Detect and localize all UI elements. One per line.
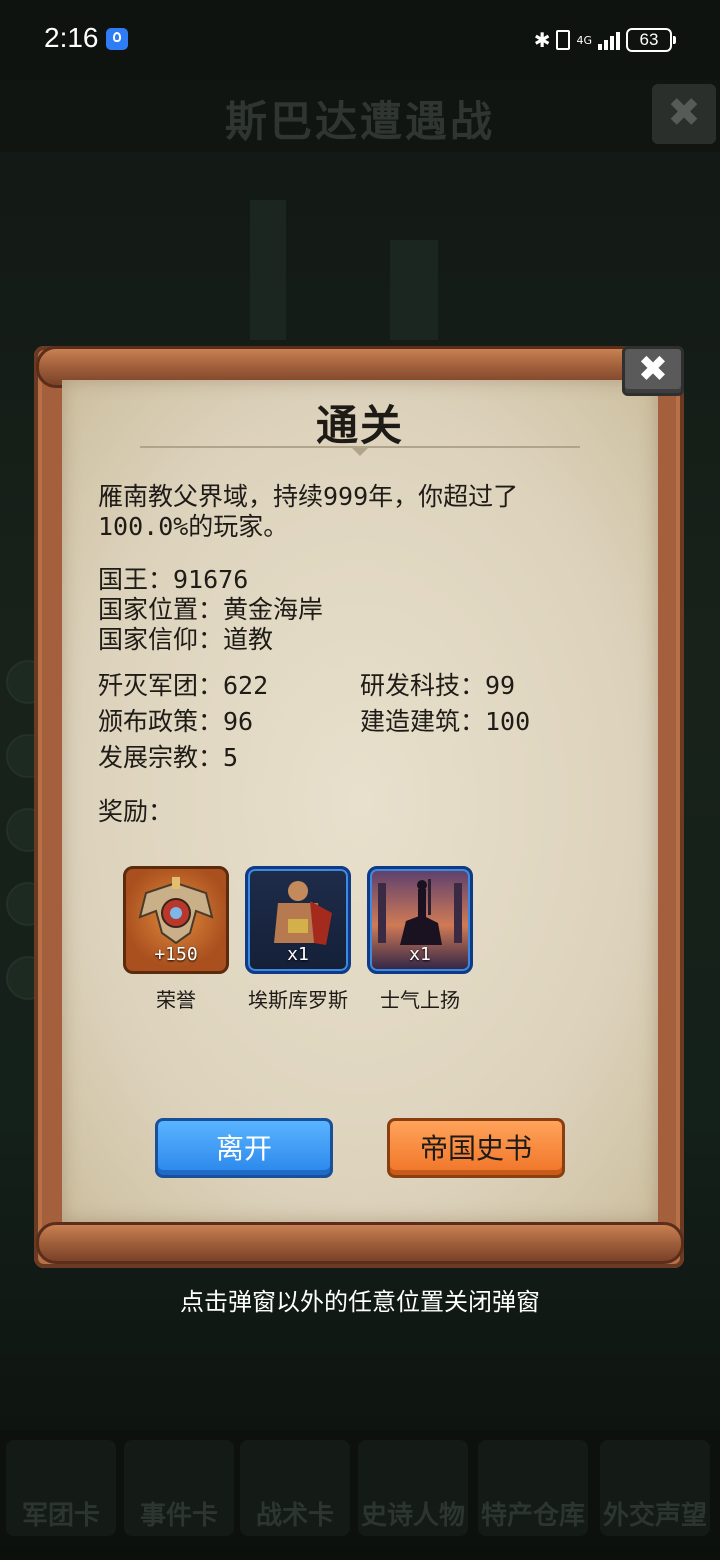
status-icons: ✱ 4G 63 — [533, 24, 676, 56]
empire-history-button[interactable]: 帝国史书 — [387, 1118, 565, 1178]
bluetooth-icon: ✱ — [533, 28, 551, 52]
clock: 2:16 — [44, 22, 99, 53]
dialog-title: 通关 — [315, 401, 404, 450]
reward-count: x1 — [287, 944, 309, 965]
reward-name-hero: 埃斯库罗斯 — [248, 988, 348, 1012]
leave-button[interactable]: 离开 — [155, 1118, 333, 1178]
stat-policies: 颁布政策：96 — [98, 707, 254, 736]
close-hint: 点击弹窗以外的任意位置关闭弹窗 — [180, 1288, 540, 1316]
reward-count: +150 — [154, 944, 198, 965]
reward-honor[interactable]: +150 — [123, 866, 229, 974]
tab-event-cards: 事件卡 — [124, 1440, 234, 1536]
castle-tower-silhouette — [250, 200, 286, 340]
reward-count: x1 — [409, 944, 431, 965]
tab-specialty-warehouse: 特产仓库 — [478, 1440, 588, 1536]
stat-tech-researched: 研发科技：99 — [360, 671, 516, 700]
rewards-label: 奖励： — [98, 797, 174, 826]
reward-name-morale: 士气上扬 — [380, 988, 460, 1012]
vibrate-icon — [556, 30, 571, 50]
tab-tactic-cards: 战术卡 — [240, 1440, 350, 1536]
faith-info: 国家信仰：道教 — [98, 625, 274, 654]
honor-medal-icon — [138, 877, 214, 945]
signal-icon — [598, 30, 620, 50]
close-button[interactable]: ✖ — [622, 346, 684, 396]
scroll-rod-bottom — [36, 1222, 684, 1264]
reward-hero-card[interactable]: x1 — [245, 866, 351, 974]
stat-buildings: 建造建筑：100 — [360, 707, 531, 736]
stat-legions-destroyed: 歼灭军团：622 — [98, 671, 269, 700]
status-bar: 2:16 ✱ 4G 63 — [0, 0, 720, 80]
background-title: 斯巴达遭遇战 — [224, 97, 495, 146]
tab-legion-cards: 军团卡 — [6, 1440, 116, 1536]
reward-name-honor: 荣誉 — [156, 988, 196, 1012]
morale-card-icon — [378, 879, 462, 945]
title-divider-tip — [350, 446, 370, 456]
castle-tower-silhouette — [390, 240, 438, 340]
background-close-icon: ✖ — [652, 84, 716, 144]
result-summary: 雁南教父界域，持续999年，你超过了100.0%的玩家。 — [98, 482, 519, 541]
tab-diplomatic-reputation: 外交声望 — [600, 1440, 710, 1536]
battery-icon: 63 — [626, 28, 676, 52]
hero-portrait-icon — [274, 881, 332, 945]
reward-morale-card[interactable]: x1 — [367, 866, 473, 974]
stat-religions: 发展宗教：5 — [98, 743, 239, 772]
notification-bulb-icon — [106, 28, 128, 50]
tab-epic-figures: 史诗人物 — [358, 1440, 468, 1536]
network-type: 4G — [576, 33, 592, 47]
